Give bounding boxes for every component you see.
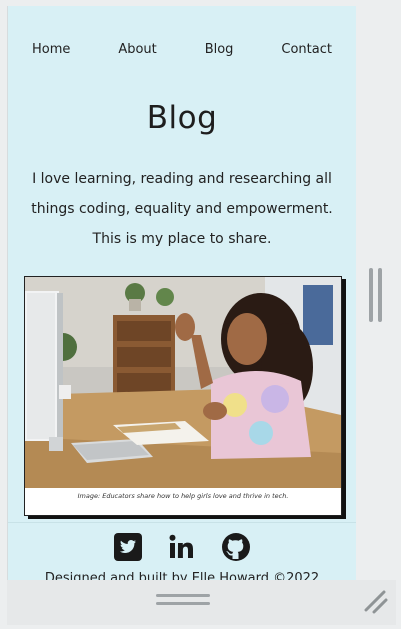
main-nav: Home About Blog Contact (8, 42, 356, 57)
horizontal-resize-handle[interactable] (156, 594, 210, 608)
footer-credit: Designed and built by Elle Howard ©2022 (44, 571, 320, 580)
nav-about-link[interactable]: About (118, 42, 156, 57)
photo-caption: Image: Educators share how to help girls… (77, 492, 289, 500)
preview-frame: Home About Blog Contact Blog I love lear… (0, 0, 401, 629)
blog-card[interactable]: Image: Educators share how to help girls… (24, 276, 342, 516)
nav-contact-link[interactable]: Contact (281, 42, 332, 57)
grip-line (369, 268, 373, 322)
social-links (8, 532, 356, 562)
nav-home-link[interactable]: Home (32, 42, 70, 57)
github-icon[interactable] (221, 532, 251, 562)
twitter-icon[interactable] (113, 532, 143, 562)
intro-text: I love learning, reading and researching… (31, 171, 333, 247)
blog-photo (25, 277, 341, 488)
corner-resize-icon[interactable] (362, 588, 390, 616)
grip-line (156, 602, 210, 605)
grip-line (378, 268, 382, 322)
page-title: Blog (146, 100, 218, 136)
linkedin-icon[interactable] (167, 532, 197, 562)
grip-line (156, 594, 210, 597)
girl-at-computer-image (25, 277, 341, 488)
vertical-resize-handle[interactable] (369, 268, 383, 322)
nav-blog-link[interactable]: Blog (205, 42, 234, 57)
footer-divider (8, 522, 356, 523)
page-viewport: Home About Blog Contact Blog I love lear… (7, 6, 357, 580)
